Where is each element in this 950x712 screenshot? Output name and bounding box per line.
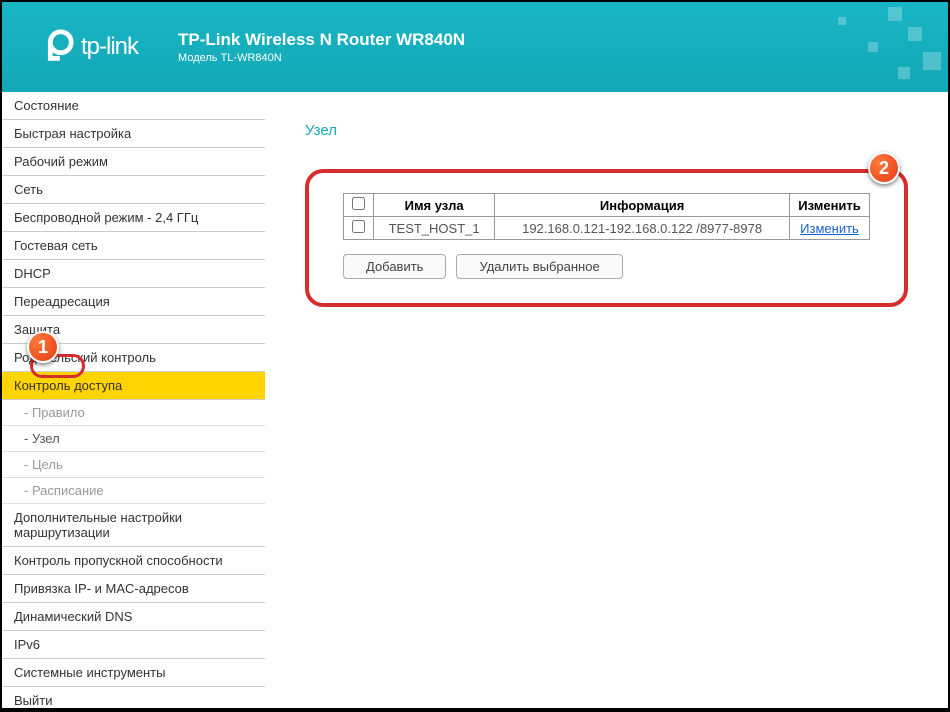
header-edit: Изменить [790,194,870,217]
header-decoration [748,2,948,92]
header-title: TP-Link Wireless N Router WR840N Модель … [178,30,465,64]
header-info: Информация [495,194,790,217]
menu-mode[interactable]: Рабочий режим [2,148,265,176]
menu-ipmac[interactable]: Привязка IP- и MAC-адресов [2,575,265,603]
logo: tp-link [37,28,138,66]
menu-access-control[interactable]: Контроль доступа [2,372,265,400]
content-area: Узел Имя узла Информация Изменить TEST_H… [265,92,948,708]
page-title: Узел [305,122,908,139]
edit-link[interactable]: Изменить [800,221,859,236]
header-name: Имя узла [374,194,495,217]
cell-name: TEST_HOST_1 [374,217,495,240]
logo-text: tp-link [81,33,138,61]
delete-selected-button[interactable]: Удалить выбранное [456,254,622,279]
add-button[interactable]: Добавить [343,254,446,279]
menu-network[interactable]: Сеть [2,176,265,204]
menu-logout[interactable]: Выйти [2,687,265,708]
menu-ddns[interactable]: Динамический DNS [2,603,265,631]
submenu-schedule[interactable]: - Расписание [2,478,265,504]
menu-ipv6[interactable]: IPv6 [2,631,265,659]
button-row: Добавить Удалить выбранное [343,254,870,279]
menu-routing[interactable]: Дополнительные настройки маршрутизации [2,504,265,547]
submenu-host[interactable]: - Узел [2,426,265,452]
tplink-logo-icon [37,28,75,66]
submenu-rule[interactable]: - Правило [2,400,265,426]
product-model: Модель TL-WR840N [178,52,465,64]
sidebar: Состояние Быстрая настройка Рабочий режи… [2,92,265,708]
header: tp-link TP-Link Wireless N Router WR840N… [2,2,948,92]
row-checkbox-cell [344,217,374,240]
menu-dhcp[interactable]: DHCP [2,260,265,288]
menu-wireless[interactable]: Беспроводной режим - 2,4 ГГц [2,204,265,232]
highlighted-panel: Имя узла Информация Изменить TEST_HOST_1… [305,169,908,307]
product-title: TP-Link Wireless N Router WR840N [178,30,465,50]
submenu-target[interactable]: - Цель [2,452,265,478]
cell-edit: Изменить [790,217,870,240]
row-checkbox[interactable] [352,220,365,233]
annotation-badge-2: 2 [868,152,900,184]
annotation-badge-1: 1 [27,331,59,363]
table-row: TEST_HOST_1 192.168.0.121-192.168.0.122 … [344,217,870,240]
menu-quick-setup[interactable]: Быстрая настройка [2,120,265,148]
menu-status[interactable]: Состояние [2,92,265,120]
menu-system[interactable]: Системные инструменты [2,659,265,687]
menu-guest[interactable]: Гостевая сеть [2,232,265,260]
host-table: Имя узла Информация Изменить TEST_HOST_1… [343,193,870,240]
menu-bandwidth[interactable]: Контроль пропускной способности [2,547,265,575]
menu-forwarding[interactable]: Переадресация [2,288,265,316]
cell-info: 192.168.0.121-192.168.0.122 /8977-8978 [495,217,790,240]
select-all-checkbox[interactable] [352,197,365,210]
header-checkbox-cell [344,194,374,217]
table-header-row: Имя узла Информация Изменить [344,194,870,217]
